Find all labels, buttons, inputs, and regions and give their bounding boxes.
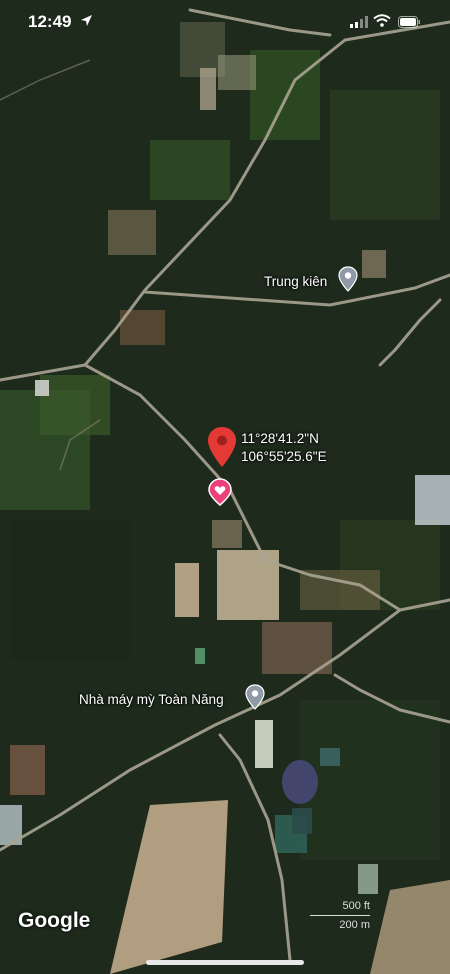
google-logo: Google — [18, 909, 91, 932]
place-label-nha-may-my-toan-nang[interactable]: Nhà máy mỳ Toàn Năng — [79, 692, 224, 707]
wifi-icon — [373, 14, 391, 32]
place-pin-icon[interactable] — [245, 684, 265, 715]
place-pin-icon[interactable] — [338, 266, 358, 297]
scale-bar — [310, 915, 370, 916]
status-bar: 12:49 — [0, 0, 450, 44]
latitude-text: 11°28'41.2"N — [241, 431, 319, 446]
scale-metric: 200 m — [339, 919, 370, 931]
home-indicator[interactable] — [146, 960, 304, 965]
satellite-map[interactable]: 12:49 Trung kiên 11°28'41.2"N 106°55'25.… — [0, 0, 450, 974]
dropped-pin-icon[interactable] — [207, 426, 237, 473]
status-time: 12:49 — [28, 12, 72, 31]
heart-pin-icon[interactable] — [208, 478, 232, 511]
signal-icon — [350, 15, 368, 33]
scale-imperial: 500 ft — [342, 900, 370, 912]
longitude-text: 106°55'25.6"E — [241, 449, 327, 464]
pin-coordinates: 11°28'41.2"N 106°55'25.6"E — [241, 430, 327, 466]
map-scale: 500 ft 200 m — [310, 898, 370, 933]
place-label-trung-kien[interactable]: Trung kiên — [264, 274, 327, 289]
location-arrow-icon — [80, 14, 93, 32]
battery-icon — [398, 15, 420, 33]
